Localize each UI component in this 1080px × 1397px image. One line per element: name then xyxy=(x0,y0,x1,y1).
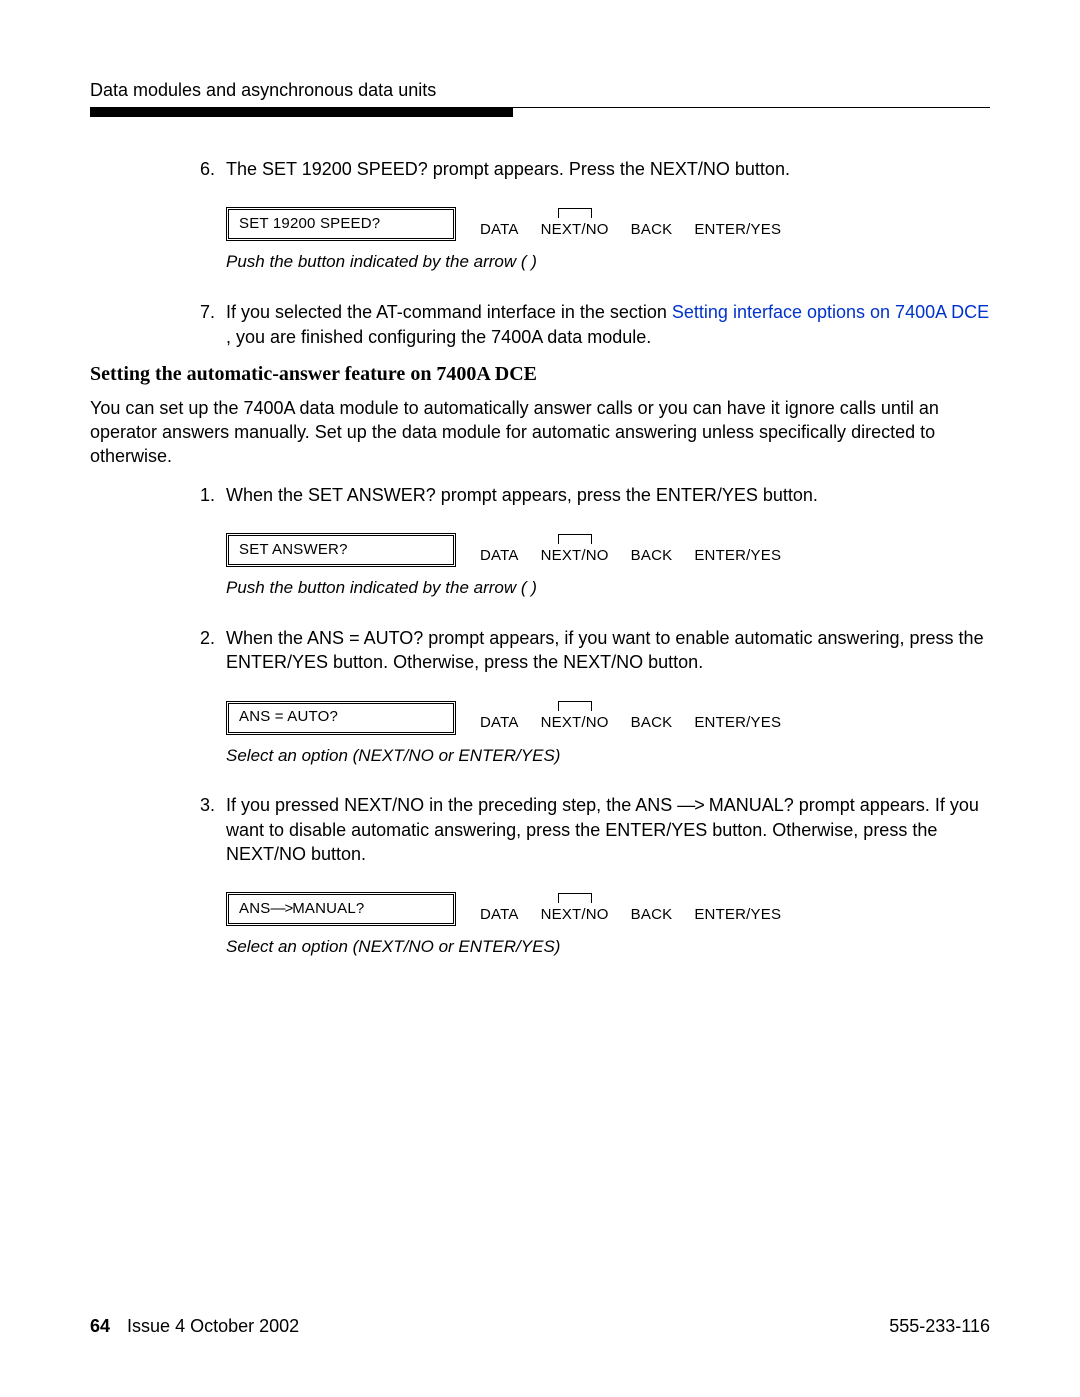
panel-caption: Select an option (NEXT/NO or ENTER/YES) xyxy=(226,745,990,768)
page-content: The SET 19200 SPEED? prompt appears. Pre… xyxy=(90,117,990,959)
header-bar xyxy=(90,107,513,117)
lcd-text: SET ANSWER? xyxy=(239,540,348,560)
btn-back: BACK xyxy=(631,893,673,925)
tick-icon xyxy=(558,208,592,218)
btn-next: NEXT/NO xyxy=(541,893,609,925)
sa-step-1-text: When the SET ANSWER? prompt appears, pre… xyxy=(226,485,818,505)
btn-label: NEXT/NO xyxy=(541,220,609,240)
lcd-text: SET 19200 SPEED? xyxy=(239,214,380,234)
btn-label: BACK xyxy=(631,546,673,566)
panel-set-answer: SET ANSWER? DATA NEXT/NO xyxy=(226,533,990,600)
step-6: The SET 19200 SPEED? prompt appears. Pre… xyxy=(220,157,990,274)
footer-left: 64 Issue 4 October 2002 xyxy=(90,1316,299,1337)
section-title-auto-answer: Setting the automatic-answer feature on … xyxy=(90,363,990,386)
page-number: 64 xyxy=(90,1316,110,1336)
page: Data modules and asynchronous data units… xyxy=(0,0,1080,1397)
btn-back: BACK xyxy=(631,208,673,240)
tick-icon xyxy=(558,534,592,544)
btn-label: BACK xyxy=(631,713,673,733)
btn-next: NEXT/NO xyxy=(541,534,609,566)
panel-caption: Push the button indicated by the arrow (… xyxy=(226,577,990,600)
panel-buttons: DATA NEXT/NO BACK xyxy=(480,701,781,733)
btn-next: NEXT/NO xyxy=(541,701,609,733)
panel-ans-manual: ANS —> MANUAL? DATA NEXT/NO xyxy=(226,892,990,959)
btn-enter: ENTER/YES xyxy=(694,701,781,733)
btn-back: BACK xyxy=(631,701,673,733)
link-setting-interface[interactable]: Setting interface options on 7400A DCE xyxy=(672,302,989,322)
btn-label: ENTER/YES xyxy=(694,905,781,925)
arrow-icon: —> xyxy=(270,899,292,919)
tick-icon xyxy=(558,893,592,903)
intro-paragraph: You can set up the 7400A data module to … xyxy=(90,396,990,469)
panel-buttons: DATA NEXT/NO BACK xyxy=(480,893,781,925)
step-7: If you selected the AT-command interface… xyxy=(220,300,990,349)
issue-date: Issue 4 October 2002 xyxy=(127,1316,299,1336)
btn-data: DATA xyxy=(480,208,519,240)
lcd-display: SET ANSWER? xyxy=(226,533,456,567)
btn-label: ENTER/YES xyxy=(694,220,781,240)
btn-label: DATA xyxy=(480,546,519,566)
panel-speed: SET 19200 SPEED? DATA NEXT/NO xyxy=(226,207,990,274)
tick-icon xyxy=(558,701,592,711)
btn-back: BACK xyxy=(631,534,673,566)
lcd-display: SET 19200 SPEED? xyxy=(226,207,456,241)
btn-label: ENTER/YES xyxy=(694,713,781,733)
running-head: Data modules and asynchronous data units xyxy=(90,80,990,101)
btn-label: DATA xyxy=(480,905,519,925)
btn-enter: ENTER/YES xyxy=(694,893,781,925)
btn-data: DATA xyxy=(480,701,519,733)
btn-label: NEXT/NO xyxy=(541,713,609,733)
btn-label: DATA xyxy=(480,220,519,240)
btn-label: NEXT/NO xyxy=(541,905,609,925)
doc-number: 555-233-116 xyxy=(889,1316,990,1337)
steps-speed: The SET 19200 SPEED? prompt appears. Pre… xyxy=(90,157,990,349)
panel-row: ANS —> MANUAL? DATA NEXT/NO xyxy=(226,892,990,926)
lcd-display: ANS = AUTO? xyxy=(226,701,456,735)
panel-caption: Push the button indicated by the arrow (… xyxy=(226,251,990,274)
btn-enter: ENTER/YES xyxy=(694,208,781,240)
btn-label: BACK xyxy=(631,905,673,925)
lcd-text-pre: ANS xyxy=(239,899,270,919)
btn-next: NEXT/NO xyxy=(541,208,609,240)
step-6-text: The SET 19200 SPEED? prompt appears. Pre… xyxy=(226,159,790,179)
arrow-icon: —> xyxy=(677,795,704,815)
sa-step-1: When the SET ANSWER? prompt appears, pre… xyxy=(220,483,990,600)
lcd-text-post: MANUAL? xyxy=(292,899,364,919)
sa-step-3-pre: If you pressed NEXT/NO in the preceding … xyxy=(226,795,677,815)
panel-buttons: DATA NEXT/NO BACK xyxy=(480,208,781,240)
sa-step-2: When the ANS = AUTO? prompt appears, if … xyxy=(220,626,990,768)
btn-label: ENTER/YES xyxy=(694,546,781,566)
step-7-pre: If you selected the AT-command interface… xyxy=(226,302,672,322)
page-footer: 64 Issue 4 October 2002 555-233-116 xyxy=(90,1316,990,1337)
btn-label: BACK xyxy=(631,220,673,240)
btn-data: DATA xyxy=(480,534,519,566)
btn-label: NEXT/NO xyxy=(541,546,609,566)
panel-caption: Select an option (NEXT/NO or ENTER/YES) xyxy=(226,936,990,959)
step-7-post: , you are finished configuring the 7400A… xyxy=(226,327,651,347)
steps-auto-answer: When the SET ANSWER? prompt appears, pre… xyxy=(90,483,990,960)
btn-data: DATA xyxy=(480,893,519,925)
sa-step-2-text: When the ANS = AUTO? prompt appears, if … xyxy=(226,628,984,672)
btn-enter: ENTER/YES xyxy=(694,534,781,566)
lcd-text: ANS = AUTO? xyxy=(239,707,338,727)
lcd-display: ANS —> MANUAL? xyxy=(226,892,456,926)
panel-row: ANS = AUTO? DATA NEXT/NO xyxy=(226,701,990,735)
panel-row: SET 19200 SPEED? DATA NEXT/NO xyxy=(226,207,990,241)
panel-buttons: DATA NEXT/NO BACK xyxy=(480,534,781,566)
panel-ans-auto: ANS = AUTO? DATA NEXT/NO xyxy=(226,701,990,768)
btn-label: DATA xyxy=(480,713,519,733)
panel-row: SET ANSWER? DATA NEXT/NO xyxy=(226,533,990,567)
sa-step-3: If you pressed NEXT/NO in the preceding … xyxy=(220,793,990,959)
